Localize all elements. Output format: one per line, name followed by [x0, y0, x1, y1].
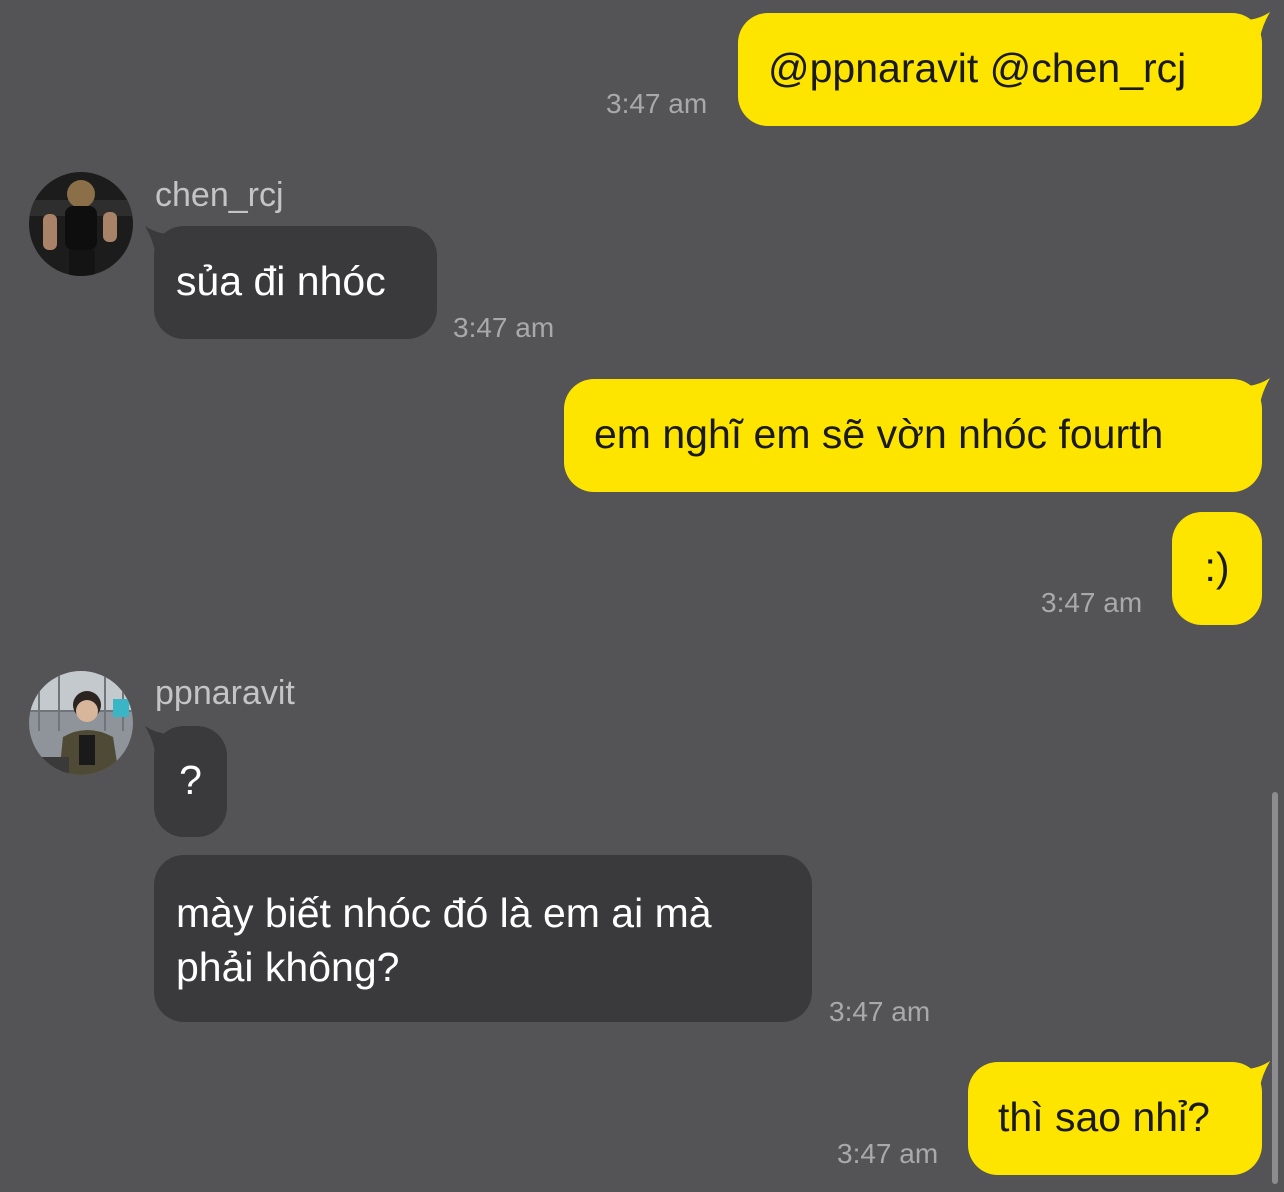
message-timestamp: 3:47 am	[829, 996, 931, 1027]
incoming-message-bubble[interactable]: ?	[154, 726, 227, 837]
outgoing-message-bubble[interactable]: :)	[1172, 512, 1262, 625]
message-text-line: phải không?	[176, 944, 400, 990]
outgoing-bubble-tail	[1244, 378, 1270, 404]
outgoing-bubble-tail	[1244, 12, 1270, 38]
message-text: sủa đi nhóc	[176, 258, 386, 304]
sender-name: ppnaravit	[155, 674, 295, 712]
message-text: em nghĩ em sẽ vờn nhóc fourth	[594, 411, 1164, 457]
message-text: ?	[179, 757, 202, 803]
message-text-line: mày biết nhóc đó là em ai mà	[176, 890, 712, 936]
outgoing-message-bubble[interactable]: em nghĩ em sẽ vờn nhóc fourth	[564, 379, 1262, 492]
avatar-chen-rcj[interactable]	[29, 172, 133, 276]
message-text: :)	[1204, 544, 1230, 590]
outgoing-message-bubble[interactable]: @ppnaravit @chen_rcj	[738, 13, 1262, 126]
incoming-message-bubble[interactable]: sủa đi nhóc	[154, 226, 437, 339]
scrollbar[interactable]	[1272, 792, 1278, 1184]
message-timestamp: 3:47 am	[606, 88, 708, 119]
outgoing-bubble-tail	[1244, 1061, 1270, 1087]
sender-name: chen_rcj	[155, 176, 284, 214]
message-text: @ppnaravit @chen_rcj	[768, 45, 1187, 91]
outgoing-message-bubble[interactable]: thì sao nhỉ?	[968, 1062, 1262, 1175]
message-timestamp: 3:47 am	[1041, 587, 1143, 618]
incoming-message-bubble[interactable]: mày biết nhóc đó là em ai mà phải không?	[154, 855, 812, 1022]
message-timestamp: 3:47 am	[837, 1138, 939, 1169]
message-timestamp: 3:47 am	[453, 312, 555, 343]
message-text: thì sao nhỉ?	[998, 1094, 1210, 1140]
avatar-ppnaravit[interactable]	[29, 671, 133, 775]
